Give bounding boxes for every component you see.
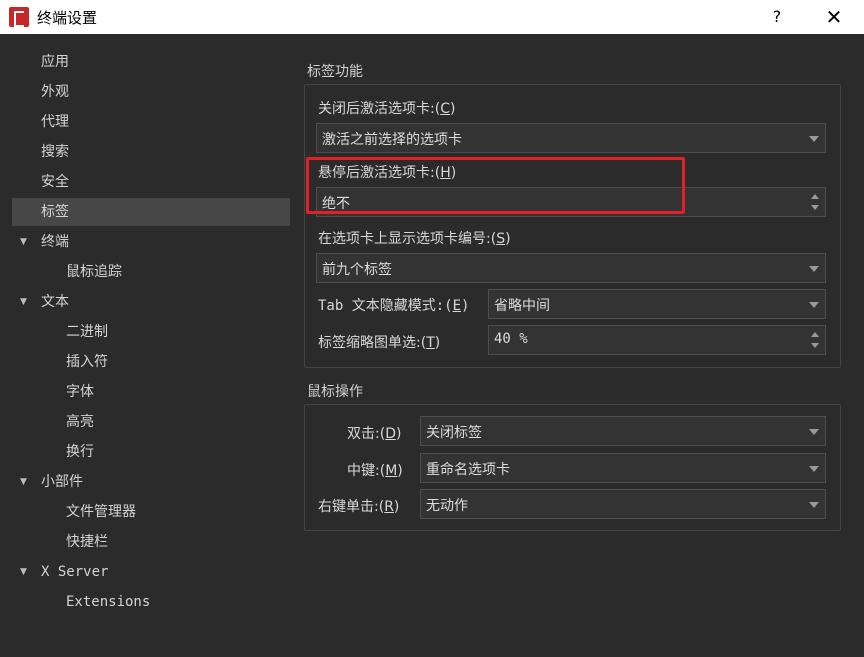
tab-number-select[interactable]: 前九个标签 [316, 253, 826, 283]
sidebar-item[interactable]: 应用 [12, 48, 290, 76]
sidebar-item[interactable]: 外观 [12, 78, 290, 106]
expand-arrow-icon[interactable]: ▼ [20, 228, 27, 256]
chevron-down-icon [809, 429, 819, 435]
sidebar-item[interactable]: 高亮 [12, 408, 290, 436]
sidebar-item[interactable]: 插入符 [12, 348, 290, 376]
window-title: 终端设置 [37, 9, 98, 27]
sidebar-item-label: 标签 [41, 204, 69, 220]
sidebar-item-label: 鼠标追踪 [66, 264, 122, 280]
sidebar-item[interactable]: 标签 [12, 198, 290, 226]
thumbnail-label: 标签缩略图单选:(T) [318, 335, 441, 351]
sidebar-item-label: 应用 [41, 54, 69, 70]
close-activate-label: 关闭后激活选项卡:(C) [318, 101, 456, 117]
sidebar-item-label: 外观 [41, 84, 69, 100]
chevron-down-icon [809, 136, 819, 142]
sidebar-item-label: 快捷栏 [66, 534, 108, 550]
spin-up-icon[interactable] [811, 194, 819, 199]
sidebar-item[interactable]: 文件管理器 [12, 498, 290, 526]
sidebar-item-label: 代理 [41, 114, 69, 130]
sidebar-item[interactable]: 代理 [12, 108, 290, 136]
sidebar-item[interactable]: 搜索 [12, 138, 290, 166]
expand-arrow-icon[interactable]: ▼ [20, 468, 27, 496]
sidebar-item-label: 字体 [66, 384, 94, 400]
sidebar-item[interactable]: ▼ 终端 [12, 228, 290, 256]
middle-click-select[interactable]: 重命名选项卡 [420, 453, 826, 483]
sidebar-item-label: Extensions [66, 594, 151, 610]
double-click-select[interactable]: 关闭标签 [420, 416, 826, 446]
sidebar-item-label: 高亮 [66, 414, 94, 430]
sidebar-item[interactable]: 安全 [12, 168, 290, 196]
spin-down-icon[interactable] [811, 343, 819, 348]
thumbnail-spinbox[interactable]: 40 % [488, 325, 826, 355]
sidebar-item-label: 小部件 [41, 474, 83, 490]
chevron-down-icon [809, 266, 819, 272]
tabs-group-title: 标签功能 [307, 64, 363, 80]
expand-arrow-icon[interactable]: ▼ [20, 288, 27, 316]
sidebar-item-label: 插入符 [66, 354, 108, 370]
sidebar-item-label: 文本 [41, 294, 69, 310]
sidebar-item[interactable]: ▼ 文本 [12, 288, 290, 316]
chevron-down-icon [809, 466, 819, 472]
tab-number-label: 在选项卡上显示选项卡编号:(S) [318, 231, 511, 247]
sidebar-item[interactable]: 字体 [12, 378, 290, 406]
sidebar-item[interactable]: 鼠标追踪 [12, 258, 290, 286]
spin-up-icon[interactable] [811, 332, 819, 337]
sidebar-item[interactable]: 换行 [12, 438, 290, 466]
sidebar-item-label: 二进制 [66, 324, 108, 340]
help-button[interactable]: ? [763, 4, 791, 30]
sidebar-item-label: 安全 [41, 174, 69, 190]
middle-click-label: 中键:(M) [347, 463, 403, 479]
title-bar: 终端设置 ? ✕ [0, 0, 864, 34]
sidebar-item[interactable]: Extensions [12, 588, 290, 616]
right-click-label: 右键单击:(R) [318, 499, 400, 515]
sidebar-item[interactable]: ▼ 小部件 [12, 468, 290, 496]
sidebar-item-label: 终端 [41, 234, 69, 250]
double-click-label: 双击:(D) [347, 426, 402, 442]
sidebar-item[interactable]: 快捷栏 [12, 528, 290, 556]
sidebar-item-label: 文件管理器 [66, 504, 136, 520]
expand-arrow-icon[interactable]: ▼ [20, 558, 27, 586]
sidebar-item-label: X Server [41, 564, 109, 580]
text-hide-mode-select[interactable]: 省略中间 [488, 289, 826, 319]
sidebar-item-label: 换行 [66, 444, 94, 460]
sidebar-item[interactable]: 二进制 [12, 318, 290, 346]
text-hide-mode-label: Tab 文本隐藏模式:(E) [318, 298, 470, 314]
annotation-highlight-box [306, 157, 685, 214]
chevron-down-icon [809, 302, 819, 308]
app-icon [9, 7, 29, 27]
sidebar-item-label: 搜索 [41, 144, 69, 160]
close-activate-select[interactable]: 激活之前选择的选项卡 [316, 123, 826, 153]
right-click-select[interactable]: 无动作 [420, 489, 826, 519]
chevron-down-icon [809, 502, 819, 508]
mouse-group-title: 鼠标操作 [307, 384, 363, 400]
settings-sidebar: 应用外观代理搜索安全标签 ▼ 终端鼠标追踪 ▼ 文本二进制插入符字体高亮换行 ▼ 小部件文件… [12, 46, 290, 646]
sidebar-item[interactable]: ▼ X Server [12, 558, 290, 586]
close-button[interactable]: ✕ [818, 4, 850, 30]
spin-down-icon[interactable] [811, 205, 819, 210]
